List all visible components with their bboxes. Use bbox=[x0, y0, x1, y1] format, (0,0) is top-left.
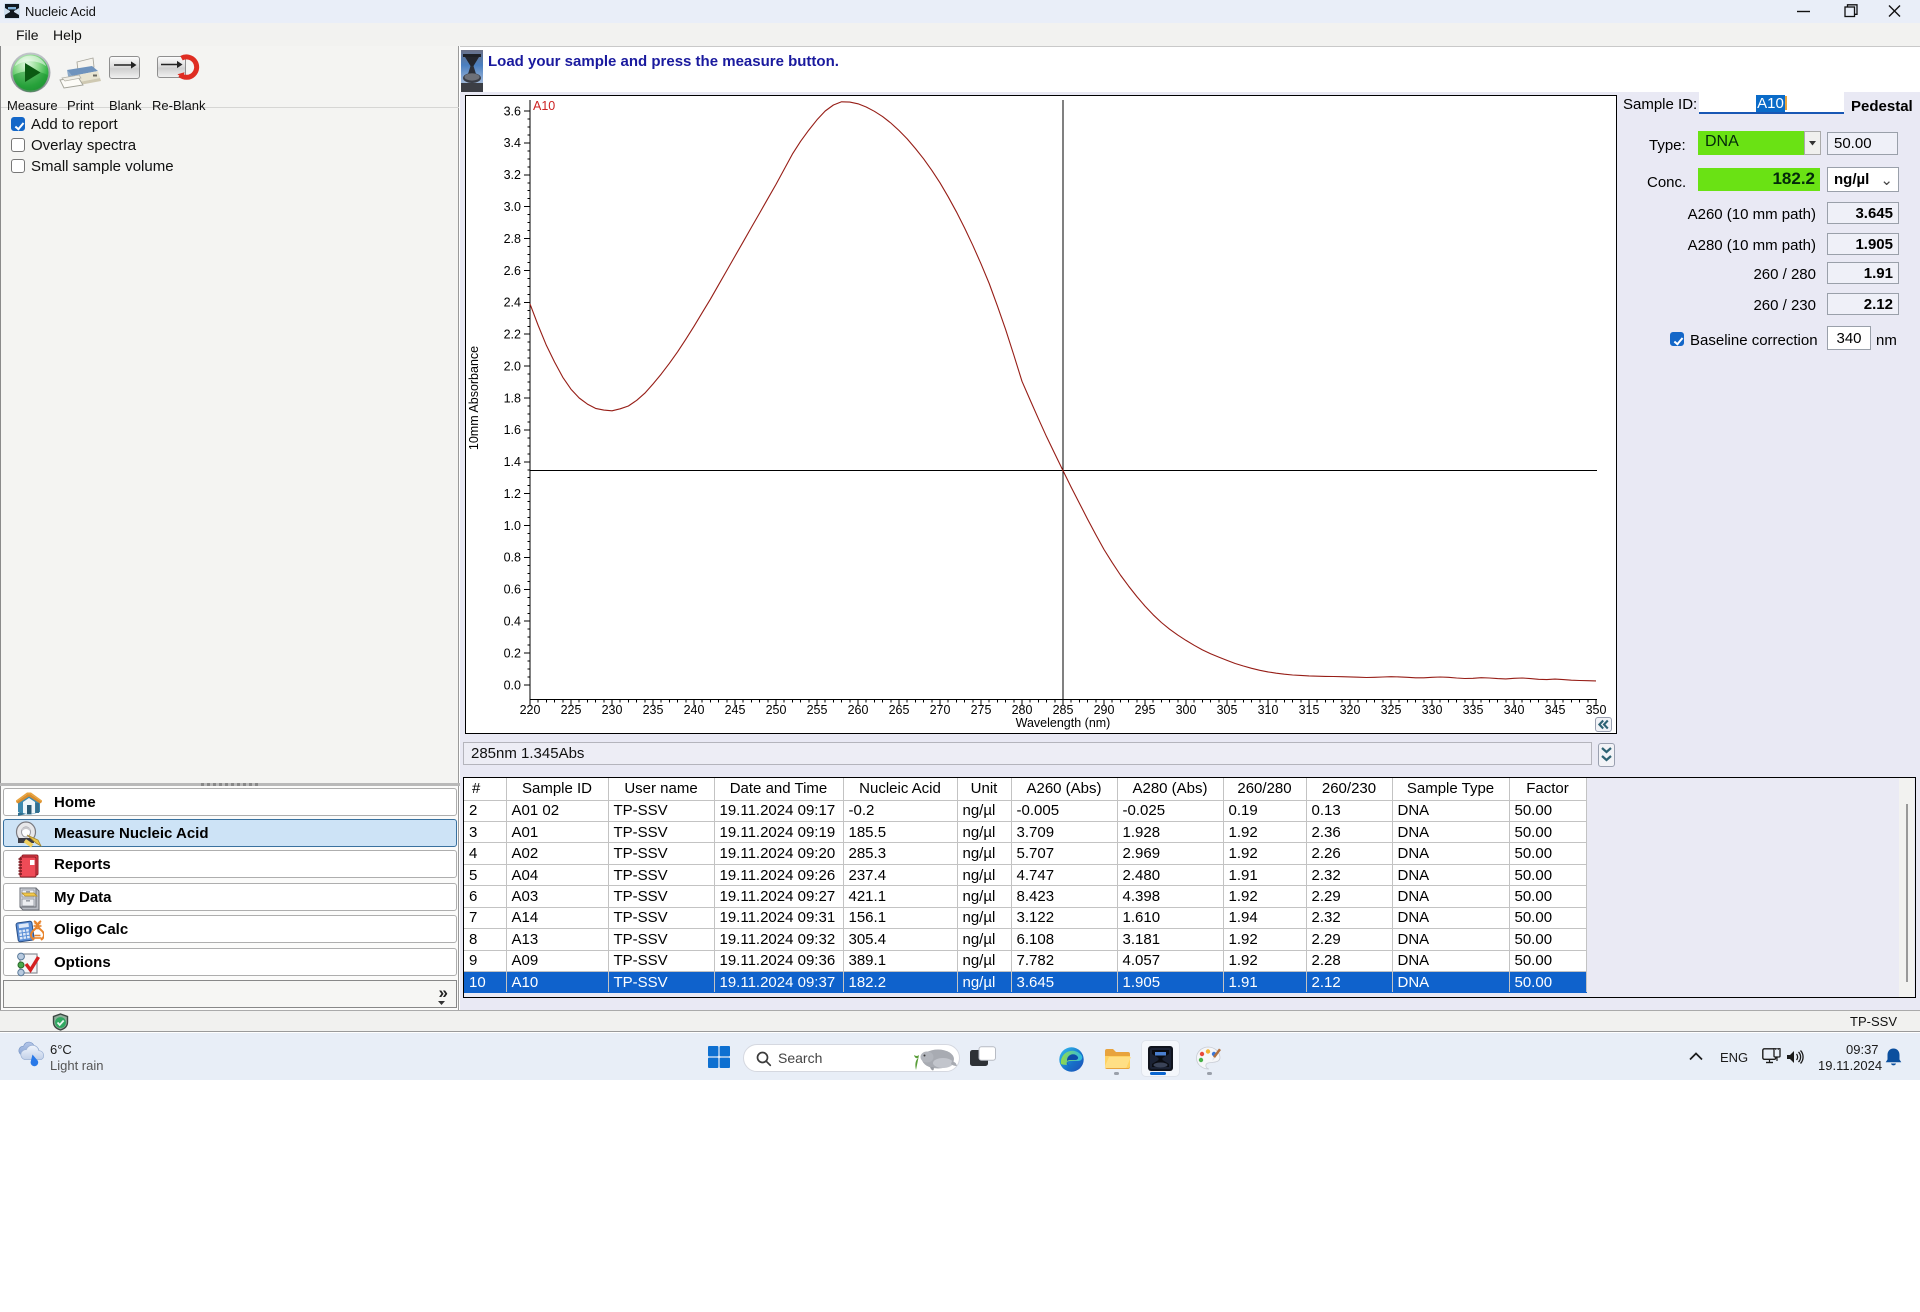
svg-text:1.6: 1.6 bbox=[504, 423, 521, 437]
svg-text:230: 230 bbox=[602, 703, 623, 717]
svg-text:0.0: 0.0 bbox=[504, 678, 521, 692]
svg-text:2.8: 2.8 bbox=[504, 232, 521, 246]
svg-text:310: 310 bbox=[1258, 703, 1279, 717]
svg-text:275: 275 bbox=[971, 703, 992, 717]
svg-text:305: 305 bbox=[1217, 703, 1238, 717]
svg-text:255: 255 bbox=[807, 703, 828, 717]
svg-text:3.0: 3.0 bbox=[504, 200, 521, 214]
svg-text:250: 250 bbox=[766, 703, 787, 717]
svg-text:270: 270 bbox=[930, 703, 951, 717]
svg-text:235: 235 bbox=[643, 703, 664, 717]
svg-text:285: 285 bbox=[1053, 703, 1074, 717]
svg-text:0.2: 0.2 bbox=[504, 646, 521, 660]
svg-text:3.2: 3.2 bbox=[504, 168, 521, 182]
svg-text:3.6: 3.6 bbox=[504, 104, 521, 118]
svg-text:1.4: 1.4 bbox=[504, 455, 521, 469]
svg-text:10mm Absorbance: 10mm Absorbance bbox=[467, 346, 481, 450]
svg-text:320: 320 bbox=[1340, 703, 1361, 717]
svg-text:295: 295 bbox=[1135, 703, 1156, 717]
svg-text:245: 245 bbox=[725, 703, 746, 717]
svg-text:0.4: 0.4 bbox=[504, 615, 521, 629]
svg-text:0.6: 0.6 bbox=[504, 583, 521, 597]
svg-text:300: 300 bbox=[1176, 703, 1197, 717]
svg-text:2.2: 2.2 bbox=[504, 328, 521, 342]
svg-text:0.8: 0.8 bbox=[504, 551, 521, 565]
svg-text:325: 325 bbox=[1381, 703, 1402, 717]
svg-text:A10: A10 bbox=[533, 99, 555, 113]
svg-text:1.2: 1.2 bbox=[504, 487, 521, 501]
svg-text:220: 220 bbox=[520, 703, 541, 717]
svg-text:225: 225 bbox=[561, 703, 582, 717]
svg-text:280: 280 bbox=[1012, 703, 1033, 717]
svg-text:Wavelength (nm): Wavelength (nm) bbox=[1016, 716, 1111, 730]
svg-text:2.0: 2.0 bbox=[504, 359, 521, 373]
svg-text:265: 265 bbox=[889, 703, 910, 717]
svg-text:1.8: 1.8 bbox=[504, 391, 521, 405]
svg-text:345: 345 bbox=[1545, 703, 1566, 717]
svg-text:2.4: 2.4 bbox=[504, 296, 521, 310]
svg-text:260: 260 bbox=[848, 703, 869, 717]
svg-text:3.4: 3.4 bbox=[504, 136, 521, 150]
svg-text:315: 315 bbox=[1299, 703, 1320, 717]
svg-text:340: 340 bbox=[1504, 703, 1525, 717]
svg-text:240: 240 bbox=[684, 703, 705, 717]
svg-text:2.6: 2.6 bbox=[504, 264, 521, 278]
svg-text:350: 350 bbox=[1586, 703, 1607, 717]
svg-text:330: 330 bbox=[1422, 703, 1443, 717]
svg-text:335: 335 bbox=[1463, 703, 1484, 717]
svg-text:290: 290 bbox=[1094, 703, 1115, 717]
svg-text:1.0: 1.0 bbox=[504, 519, 521, 533]
